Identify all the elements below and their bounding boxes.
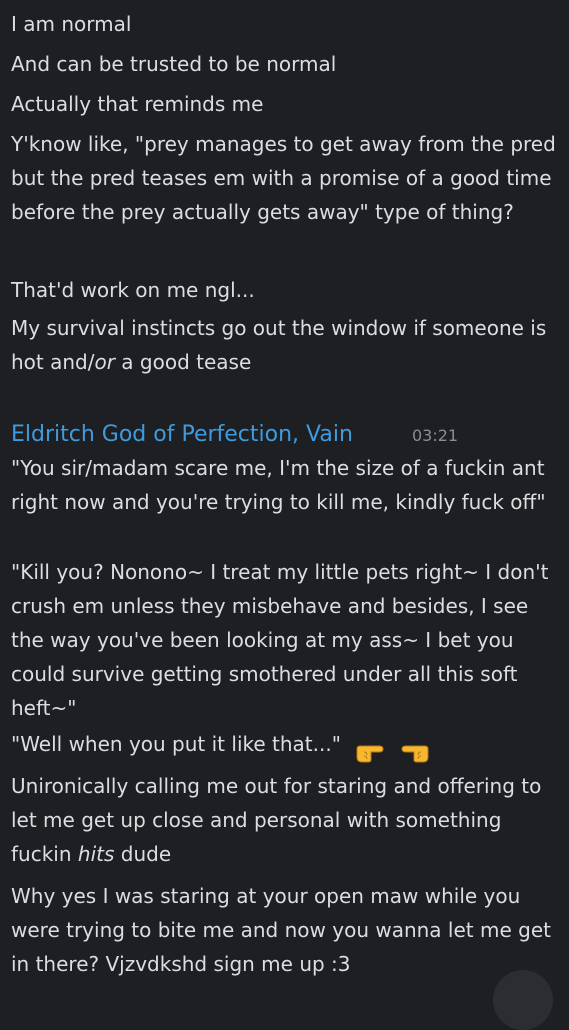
message-line: Unironically calling me out for staring … — [11, 769, 559, 871]
point-right-icon — [356, 745, 384, 762]
message-text: a good tease — [114, 350, 252, 374]
jump-to-present-button[interactable] — [493, 970, 553, 1030]
chat-view: I am normal And can be trusted to be nor… — [0, 0, 569, 1030]
message-italic-text: hits — [77, 842, 115, 866]
message-line: "Kill you? Nonono~ I treat my little pet… — [11, 560, 549, 720]
message-text: "Well when you put it like that..." — [11, 732, 341, 756]
message-timestamp: 03:21 — [412, 426, 459, 445]
message-text: dude — [114, 842, 172, 866]
message-italic-text: or — [94, 350, 115, 374]
message-line: That'd work on me ngl... — [11, 278, 255, 302]
message-line: "You sir/madam scare me, I'm the size of… — [11, 456, 546, 514]
message-line: And can be trusted to be normal — [11, 52, 337, 76]
message-text: My survival instincts go out the window … — [11, 316, 547, 374]
message-line: "Well when you put it like that..." — [11, 727, 559, 767]
message-line: Y'know like, "prey manages to get away f… — [11, 132, 556, 224]
point-left-icon — [401, 745, 429, 762]
username[interactable]: Eldritch God of Perfection, Vain — [11, 418, 353, 452]
message-line: My survival instincts go out the window … — [11, 311, 559, 379]
emoji-group — [351, 733, 429, 767]
message-line: Actually that reminds me — [11, 92, 264, 116]
message-line: Why yes I was staring at your open maw w… — [11, 884, 551, 976]
message-line: I am normal — [11, 12, 132, 36]
